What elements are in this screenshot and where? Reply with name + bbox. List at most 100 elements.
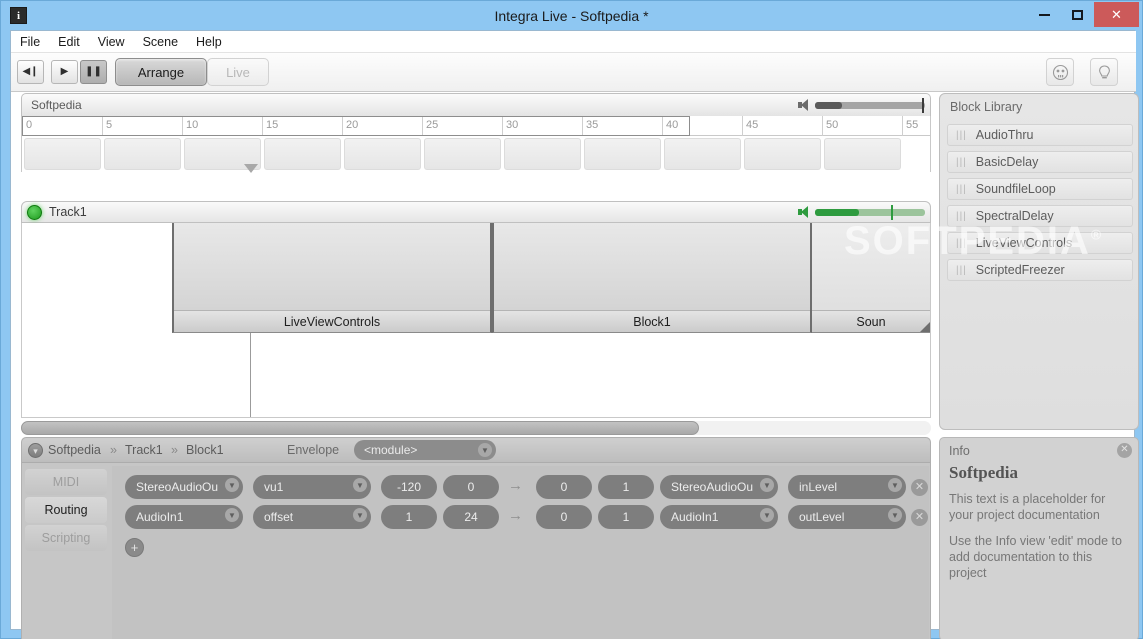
drag-grip-icon[interactable]: ||| xyxy=(956,265,967,276)
horizontal-scrollbar[interactable] xyxy=(21,421,931,435)
scene-cell[interactable] xyxy=(344,138,421,170)
source-range-max[interactable]: 0 xyxy=(443,475,499,499)
scene-cell[interactable] xyxy=(584,138,661,170)
source-param-dropdown[interactable]: offset ▼ xyxy=(253,505,371,529)
source-range-max[interactable]: 24 xyxy=(443,505,499,529)
drag-grip-icon[interactable]: ||| xyxy=(956,184,967,195)
track-body[interactable]: + LiveViewControls + Block1 Soun xyxy=(21,223,931,418)
block-library-panel: Block Library ||| AudioThru ||| BasicDel… xyxy=(939,93,1139,430)
scene-cell[interactable] xyxy=(664,138,741,170)
tab-arrange[interactable]: Arrange xyxy=(115,58,207,86)
target-range-max[interactable]: 1 xyxy=(598,475,654,499)
ruler-tick: 0 xyxy=(22,116,32,136)
tab-midi[interactable]: MIDI xyxy=(25,469,107,495)
source-param-value: vu1 xyxy=(264,480,284,494)
play-button[interactable]: ▶ xyxy=(51,60,78,84)
drag-grip-icon[interactable]: ||| xyxy=(956,130,967,141)
target-range-min[interactable]: 0 xyxy=(536,505,592,529)
resize-handle[interactable] xyxy=(920,322,930,332)
tab-routing[interactable]: Routing xyxy=(25,497,107,523)
block-block1[interactable]: + Block1 xyxy=(492,223,812,333)
block-liveviewcontrols[interactable]: + LiveViewControls xyxy=(172,223,492,333)
minimize-button[interactable] xyxy=(1028,2,1061,27)
scene-cell[interactable] xyxy=(744,138,821,170)
library-item-basicdelay[interactable]: ||| BasicDelay xyxy=(947,151,1133,173)
drag-grip-icon[interactable]: ||| xyxy=(956,238,967,249)
chevron-down-icon[interactable]: ▼ xyxy=(478,443,492,457)
timeline-ruler[interactable]: 0 5 10 15 20 25 30 35 40 45 50 55 xyxy=(21,116,931,136)
library-item-scriptedfreezer[interactable]: ||| ScriptedFreezer xyxy=(947,259,1133,281)
pause-button[interactable]: ❚❚ xyxy=(80,60,107,84)
target-param-dropdown[interactable]: inLevel ▼ xyxy=(788,475,906,499)
tab-live[interactable]: Live xyxy=(207,58,269,86)
project-name: Softpedia xyxy=(31,98,82,112)
drag-grip-icon[interactable]: ||| xyxy=(956,157,967,168)
chevron-down-icon[interactable]: ▼ xyxy=(225,508,239,522)
rewind-button[interactable]: ◀❙ xyxy=(17,60,44,84)
library-item-liveviewcontrols[interactable]: ||| LiveViewControls xyxy=(947,232,1133,254)
menu-help[interactable]: Help xyxy=(187,33,231,51)
scene-cell[interactable] xyxy=(424,138,501,170)
bulb-head-icon[interactable] xyxy=(1090,58,1118,86)
close-button[interactable]: ✕ xyxy=(1094,2,1139,27)
library-item-soundfileloop[interactable]: ||| SoundfileLoop xyxy=(947,178,1133,200)
target-module-dropdown[interactable]: StereoAudioOu ▼ xyxy=(660,475,778,499)
target-range-max[interactable]: 1 xyxy=(598,505,654,529)
chevron-down-icon[interactable]: ▼ xyxy=(353,478,367,492)
library-item-audiothru[interactable]: ||| AudioThru xyxy=(947,124,1133,146)
skull-icon[interactable] xyxy=(1046,58,1074,86)
collapse-toggle-icon[interactable]: ▾ xyxy=(28,443,43,458)
scrollbar-thumb[interactable] xyxy=(21,421,699,435)
menu-view[interactable]: View xyxy=(89,33,134,51)
info-panel-title: Info xyxy=(949,444,970,458)
drag-grip-icon[interactable]: ||| xyxy=(956,211,967,222)
delete-row-button[interactable]: ✕ xyxy=(911,479,928,496)
close-info-button[interactable]: ✕ xyxy=(1117,443,1132,458)
chevron-down-icon[interactable]: ▼ xyxy=(760,508,774,522)
source-range-min[interactable]: -120 xyxy=(381,475,437,499)
menu-file[interactable]: File xyxy=(11,33,49,51)
scene-cell[interactable] xyxy=(264,138,341,170)
playhead-marker[interactable] xyxy=(244,164,258,173)
add-routing-row-button[interactable]: + xyxy=(125,538,144,557)
target-range-min[interactable]: 0 xyxy=(536,475,592,499)
target-param-dropdown[interactable]: outLevel ▼ xyxy=(788,505,906,529)
application-window: i Integra Live - Softpedia * ✕ File Edit… xyxy=(0,0,1143,639)
tab-scripting[interactable]: Scripting xyxy=(25,525,107,551)
chevron-down-icon[interactable]: ▼ xyxy=(225,478,239,492)
module-dropdown[interactable]: <module> ▼ xyxy=(354,440,496,460)
delete-row-button[interactable]: ✕ xyxy=(911,509,928,526)
master-volume-slider[interactable] xyxy=(815,97,925,113)
project-header: Softpedia xyxy=(21,93,931,116)
ruler-tick: 20 xyxy=(342,116,358,136)
breadcrumb-project[interactable]: Softpedia xyxy=(48,443,101,457)
scene-cell[interactable] xyxy=(824,138,901,170)
main-frame: File Edit View Scene Help ◀❙ ▶ ❚❚ Arrang… xyxy=(10,30,1139,639)
menu-scene[interactable]: Scene xyxy=(134,33,187,51)
library-item-spectraldelay[interactable]: ||| SpectralDelay xyxy=(947,205,1133,227)
menu-edit[interactable]: Edit xyxy=(49,33,89,51)
source-param-dropdown[interactable]: vu1 ▼ xyxy=(253,475,371,499)
track-active-indicator[interactable] xyxy=(27,205,42,220)
chevron-down-icon[interactable]: ▼ xyxy=(888,478,902,492)
target-module-dropdown[interactable]: AudioIn1 ▼ xyxy=(660,505,778,529)
ruler-tick: 45 xyxy=(742,116,758,136)
chevron-down-icon[interactable]: ▼ xyxy=(353,508,367,522)
master-volume-fill xyxy=(815,101,842,109)
block-soundfileloop[interactable]: Soun xyxy=(812,223,930,333)
chevron-down-icon[interactable]: ▼ xyxy=(888,508,902,522)
scene-cell[interactable] xyxy=(504,138,581,170)
master-volume-control[interactable] xyxy=(797,97,925,113)
maximize-button[interactable] xyxy=(1061,2,1094,27)
scene-cell[interactable] xyxy=(24,138,101,170)
track-volume-slider[interactable] xyxy=(815,204,925,220)
chevron-down-icon[interactable]: ▼ xyxy=(760,478,774,492)
breadcrumb-track[interactable]: Track1 xyxy=(125,443,163,457)
source-module-dropdown[interactable]: AudioIn1 ▼ xyxy=(125,505,243,529)
scene-cell[interactable] xyxy=(104,138,181,170)
target-module-value: StereoAudioOu xyxy=(671,480,754,494)
track-volume-control[interactable] xyxy=(797,204,925,220)
breadcrumb-block[interactable]: Block1 xyxy=(186,443,224,457)
source-module-dropdown[interactable]: StereoAudioOu ▼ xyxy=(125,475,243,499)
source-range-min[interactable]: 1 xyxy=(381,505,437,529)
